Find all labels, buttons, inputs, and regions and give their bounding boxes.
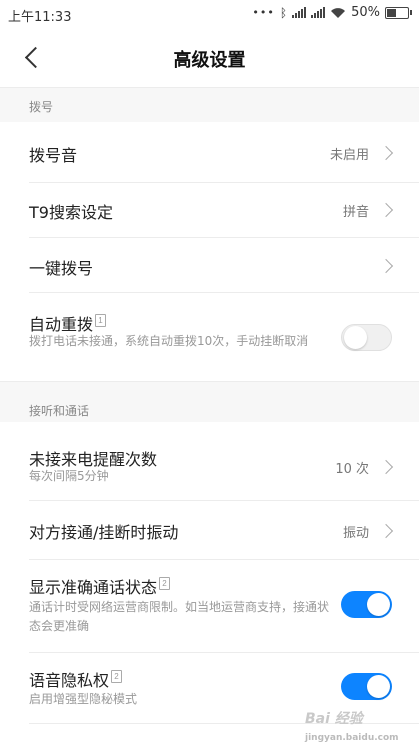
toggle-knob bbox=[367, 675, 390, 698]
row-description: 启用增强型隐秘模式 bbox=[29, 692, 138, 706]
row-label: T9搜索设定 bbox=[29, 203, 113, 222]
chevron-right-icon bbox=[378, 258, 394, 274]
row-t9-search[interactable]: T9搜索设定 拼音 bbox=[0, 183, 419, 237]
row-dial-tone[interactable]: 拨号音 未启用 bbox=[0, 122, 419, 182]
row-label: 显示准确通话状态 2 bbox=[29, 574, 171, 598]
section-header-answer-call: 接听和通话 bbox=[0, 381, 419, 423]
row-description: 每次间隔5分钟 bbox=[29, 469, 109, 483]
page-title: 高级设置 bbox=[173, 50, 246, 71]
clock: 上午11:33 bbox=[8, 10, 72, 25]
row-description: 通话计时受网络运营商限制。如当地运营商支持，接通状态会更准确 bbox=[29, 600, 330, 633]
row-label: 对方接通/挂断时振动 bbox=[29, 523, 179, 542]
row-speed-dial[interactable]: 一键拨号 bbox=[0, 238, 419, 292]
section-title: 接听和通话 bbox=[29, 404, 90, 418]
watermark-logo: Bai 经验 jingyan.baidu.com bbox=[305, 711, 399, 743]
voice-privacy-toggle[interactable] bbox=[341, 673, 392, 700]
signal-1-icon bbox=[292, 7, 307, 18]
accurate-status-toggle[interactable] bbox=[341, 591, 392, 618]
chevron-right-icon bbox=[378, 202, 394, 218]
signal-2-icon bbox=[311, 7, 326, 18]
row-label: 一键拨号 bbox=[29, 259, 94, 278]
section-header-dial: 拨号 bbox=[0, 87, 419, 122]
nav-bar: 高级设置 bbox=[0, 28, 419, 88]
row-label: 语音隐私权 2 bbox=[29, 667, 123, 691]
wifi-icon bbox=[331, 7, 346, 18]
row-vibrate-on-connect[interactable]: 对方接通/挂断时振动 振动 bbox=[0, 501, 419, 559]
section-title: 拨号 bbox=[29, 100, 54, 114]
info-badge-icon: 1 bbox=[95, 314, 107, 327]
more-dots-icon: ••• bbox=[252, 6, 275, 19]
row-accurate-call-status[interactable]: 显示准确通话状态 2 通话计时受网络运营商限制。如当地运营商支持，接通状态会更准确 bbox=[0, 560, 419, 652]
battery-percent: 50% bbox=[351, 5, 380, 20]
status-icons: ••• ᛒ 50% bbox=[252, 5, 412, 20]
battery-icon bbox=[385, 6, 412, 19]
info-badge-icon: 2 bbox=[111, 670, 123, 683]
row-description: 拨打电话未接通，系统自动重拨10次，手动挂断取消 bbox=[29, 334, 309, 348]
row-auto-redial[interactable]: 自动重拨 1 拨打电话未接通，系统自动重拨10次，手动挂断取消 bbox=[0, 293, 419, 381]
chevron-right-icon bbox=[378, 459, 394, 475]
row-value: 振动 bbox=[342, 526, 369, 541]
auto-redial-toggle[interactable] bbox=[341, 324, 392, 351]
row-value: 拼音 bbox=[342, 205, 369, 220]
status-bar: 上午11:33 ••• ᛒ 50% bbox=[0, 0, 419, 28]
row-label: 拨号音 bbox=[29, 146, 78, 165]
row-value: 未启用 bbox=[329, 148, 369, 163]
row-value: 10 次 bbox=[335, 462, 369, 477]
chevron-right-icon bbox=[378, 523, 394, 539]
toggle-knob bbox=[344, 326, 367, 349]
row-missed-call-reminder[interactable]: 未接来电提醒次数 每次间隔5分钟 10 次 bbox=[0, 422, 419, 500]
toggle-knob bbox=[367, 593, 390, 616]
info-badge-icon: 2 bbox=[159, 577, 171, 590]
bluetooth-icon: ᛒ bbox=[279, 5, 288, 20]
chevron-right-icon bbox=[378, 145, 394, 161]
